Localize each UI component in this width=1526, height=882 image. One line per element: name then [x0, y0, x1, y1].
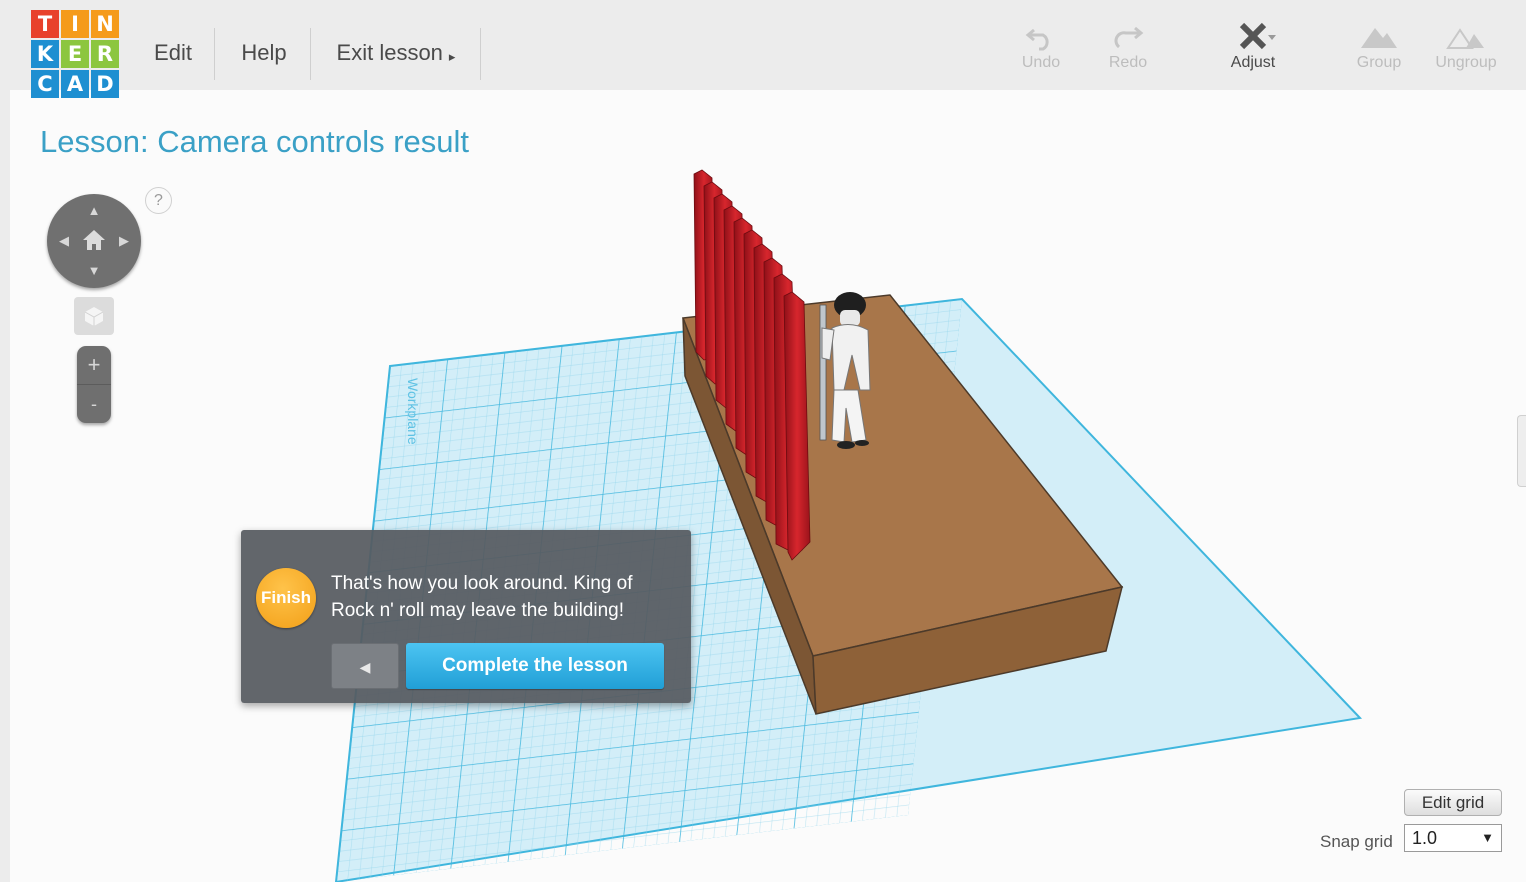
group-button[interactable]: Group — [1344, 22, 1414, 82]
zoom-out-button[interactable]: - — [77, 384, 111, 422]
chevron-down-icon: ▼ — [1481, 830, 1494, 845]
logo-letter: T — [31, 10, 59, 38]
adjust-icon — [1239, 22, 1276, 50]
previous-step-button[interactable]: ◀ — [331, 643, 399, 689]
undo-icon — [1025, 28, 1049, 51]
orbit-down-arrow-icon[interactable]: ▼ — [86, 264, 102, 277]
menu-edit[interactable]: Edit — [140, 28, 206, 80]
undo-button[interactable]: Undo — [1006, 22, 1076, 82]
menu-divider — [214, 28, 215, 80]
menu-divider — [310, 28, 311, 80]
triangle-left-icon: ◀ — [359, 659, 371, 675]
ungroup-label: Ungroup — [1435, 54, 1497, 71]
group-label: Group — [1356, 54, 1402, 71]
top-toolbar: TIN KER CAD Edit Help Exit lesson ▸ Undo R… — [0, 0, 1526, 98]
tinkercad-logo[interactable]: TIN KER CAD — [31, 10, 123, 100]
menu-exit-lesson[interactable]: Exit lesson ▸ — [322, 28, 470, 80]
snap-grid-label: Snap grid — [1320, 832, 1393, 851]
help-icon[interactable]: ? — [145, 187, 172, 214]
tinkercad-app: TIN KER CAD Edit Help Exit lesson ▸ Undo R… — [0, 0, 1526, 882]
redo-icon — [1114, 26, 1144, 49]
adjust-button[interactable]: Adjust — [1218, 22, 1288, 82]
workspace-canvas[interactable]: Workplane Lesson: Camera controls result… — [10, 90, 1526, 882]
logo-letter: R — [91, 40, 119, 68]
side-panel-toggle[interactable] — [1517, 415, 1526, 487]
finish-badge: Finish — [256, 568, 316, 628]
workplane-label: Workplane — [405, 378, 421, 445]
lesson-title: Lesson: Camera controls result — [40, 124, 470, 159]
orbit-control[interactable]: ▲ ▼ ◀ ▶ — [47, 194, 141, 288]
logo-letter: D — [91, 70, 119, 98]
zoom-in-button[interactable]: + — [77, 346, 111, 384]
edit-grid-button[interactable]: Edit grid — [1404, 789, 1502, 816]
redo-label: Redo — [1108, 54, 1148, 71]
menu-edit-label: Edit — [154, 40, 192, 65]
ungroup-icon — [1446, 28, 1484, 49]
logo-letter: K — [31, 40, 59, 68]
logo-letter: I — [61, 10, 89, 38]
logo-letter: E — [61, 40, 89, 68]
orbit-right-arrow-icon[interactable]: ▶ — [116, 234, 132, 247]
logo-letter: N — [91, 10, 119, 38]
lesson-step-panel: Finish That's how you look around. King … — [241, 530, 691, 703]
adjust-label: Adjust — [1230, 54, 1276, 71]
redo-button[interactable]: Redo — [1093, 22, 1163, 82]
home-icon[interactable] — [82, 229, 106, 251]
menu-divider — [480, 28, 481, 80]
orbit-up-arrow-icon[interactable]: ▲ — [86, 204, 102, 217]
menu-help-label: Help — [241, 40, 287, 65]
orbit-left-arrow-icon[interactable]: ◀ — [56, 234, 72, 247]
lesson-message: That's how you look around. King of Rock… — [331, 573, 633, 621]
complete-lesson-button[interactable]: Complete the lesson — [406, 643, 664, 689]
menu-exit-lesson-label: Exit lesson — [336, 40, 443, 65]
logo-letter: C — [31, 70, 59, 98]
logo-letter: A — [61, 70, 89, 98]
triangle-right-icon: ▸ — [448, 49, 456, 64]
undo-label: Undo — [1021, 54, 1061, 71]
zoom-control: + - — [77, 346, 111, 423]
view-cube-button[interactable] — [74, 297, 114, 335]
ungroup-button[interactable]: Ungroup — [1431, 22, 1501, 82]
group-icon — [1361, 28, 1397, 48]
snap-grid-select[interactable]: 1.0 ▼ — [1404, 824, 1502, 852]
snap-grid-value: 1.0 — [1412, 828, 1438, 848]
cube-icon — [84, 307, 104, 326]
menu-help[interactable]: Help — [226, 28, 302, 80]
3d-scene[interactable]: Workplane — [10, 90, 1526, 882]
